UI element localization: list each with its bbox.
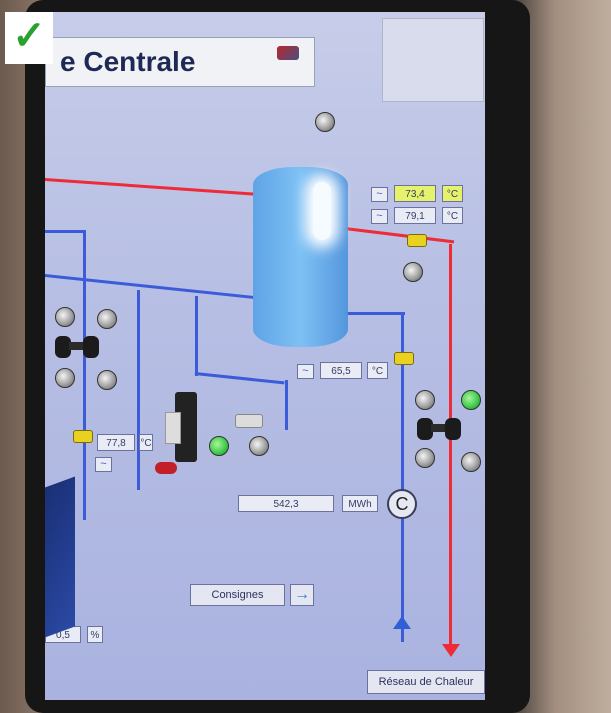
- cold-pipe-loop: [194, 372, 285, 385]
- pump-left-indicator-1[interactable]: [55, 307, 75, 327]
- valve-return[interactable]: [394, 352, 414, 365]
- cold-pipe-left-vertical: [83, 230, 86, 520]
- tilde-icon: ~: [371, 209, 388, 224]
- valve-left[interactable]: [73, 430, 93, 443]
- checkmark-icon: ✓: [12, 14, 46, 58]
- pump-left-indicator-4[interactable]: [97, 370, 117, 390]
- storage-tank: [253, 167, 348, 347]
- cold-pipe-loop-down: [285, 380, 288, 430]
- cold-pipe-branch-2: [195, 296, 198, 376]
- dark-overlay-band: [45, 476, 75, 638]
- tank-light-reflection: [313, 182, 331, 240]
- hot-pipe-inlet: [45, 178, 255, 196]
- consignes-button[interactable]: Consignes: [190, 584, 285, 606]
- energy-counter-icon[interactable]: C: [387, 489, 417, 519]
- pump-left-indicator-3[interactable]: [55, 368, 75, 388]
- flow-meter[interactable]: [235, 414, 263, 428]
- tilde-icon: ~: [371, 187, 388, 202]
- tank-top-temp2-unit: °C: [442, 207, 463, 224]
- cold-pipe-mid: [45, 274, 254, 299]
- scada-screen: e Centrale ~ 73,4 °C ~ 79,1 °C ~ 65,5 °C: [45, 12, 485, 700]
- energy-meter-unit: MWh: [342, 495, 378, 512]
- cold-pipe-branch-1: [137, 290, 140, 490]
- pump-right-indicator-2[interactable]: [415, 448, 435, 468]
- heater-indicator[interactable]: [249, 436, 269, 456]
- check-badge: ✓: [5, 12, 53, 64]
- indicator-top-right[interactable]: [403, 262, 423, 282]
- pump-left[interactable]: [55, 330, 101, 360]
- flow-arrow-up-icon: [393, 616, 411, 629]
- flow-arrow-down-icon: [442, 644, 460, 657]
- company-logo: [272, 46, 304, 72]
- pump-right[interactable]: [417, 412, 463, 442]
- page-title: e Centrale: [60, 46, 196, 77]
- tilde-icon: ~: [297, 364, 314, 379]
- tank-top-temp-value: 73,4: [394, 185, 436, 202]
- valve-top-right[interactable]: [407, 234, 427, 247]
- left-temp-value: 77,8: [97, 434, 135, 451]
- reseau-de-chaleur-button[interactable]: Réseau de Chaleur: [367, 670, 485, 694]
- tank-top-temp-unit: °C: [442, 185, 463, 202]
- pump-left-indicator-2[interactable]: [97, 309, 117, 329]
- pump-right-indicator-on[interactable]: [461, 390, 481, 410]
- hot-pipe-network: [449, 244, 452, 644]
- left-temp-unit: °C: [139, 434, 153, 451]
- heat-exchanger-unit[interactable]: [155, 392, 205, 482]
- bottom-left-unit: %: [87, 626, 103, 643]
- arrow-right-icon[interactable]: →: [290, 584, 314, 606]
- cold-pipe-left-top: [45, 230, 85, 233]
- tank-return-temp-value: 65,5: [320, 362, 362, 379]
- top-right-panel: [382, 18, 484, 102]
- tank-top-temp2-value: 79,1: [394, 207, 436, 224]
- tank-top-indicator[interactable]: [315, 112, 335, 132]
- tank-return-temp-unit: °C: [367, 362, 388, 379]
- logo-icon: [277, 46, 299, 60]
- hot-pipe-tank-out: [344, 227, 455, 244]
- tilde-icon: ~: [95, 457, 112, 472]
- cold-pipe-tank-right: [345, 312, 405, 315]
- title-bar: e Centrale: [45, 37, 315, 87]
- heater-indicator-on[interactable]: [209, 436, 229, 456]
- pump-right-indicator-3[interactable]: [461, 452, 481, 472]
- pump-right-indicator-1[interactable]: [415, 390, 435, 410]
- energy-meter-value: 542,3: [238, 495, 334, 512]
